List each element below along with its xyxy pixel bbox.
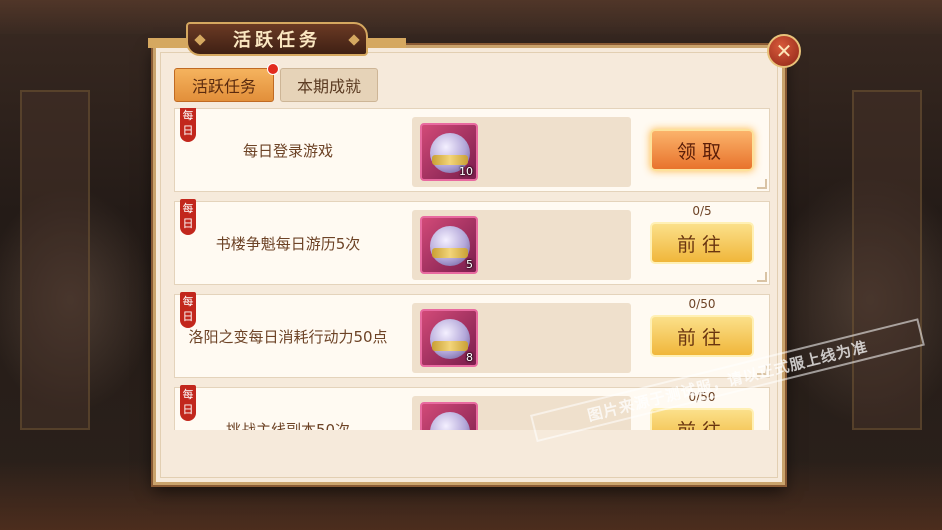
orb-icon <box>430 319 470 359</box>
reward-item[interactable] <box>420 402 478 430</box>
claim-button[interactable]: 领取 <box>650 129 754 171</box>
tab-bar: 活跃任务 本期成就 <box>174 63 378 102</box>
reward-item[interactable]: 5 <box>420 216 478 274</box>
window-title-plaque: 活跃任务 <box>186 22 368 56</box>
title-wing-left <box>148 38 188 48</box>
task-progress: 0/50 <box>688 297 716 311</box>
task-progress: 0/5 <box>692 204 712 218</box>
reward-count: 5 <box>466 258 473 271</box>
reward-box: 8 <box>412 303 631 373</box>
reward-item[interactable]: 8 <box>420 309 478 367</box>
task-row: 每日 洛阳之变每日消耗行动力50点 8 0/50 前往 <box>174 292 770 378</box>
task-row: 每日 书楼争魁每日游历5次 5 0/5 前往 <box>174 199 770 285</box>
title-wing-right <box>366 38 406 48</box>
orb-icon <box>430 412 470 430</box>
orb-icon <box>430 226 470 266</box>
reward-item[interactable]: 10 <box>420 123 478 181</box>
task-name: 每日登录游戏 <box>242 142 333 160</box>
background-left-panel <box>20 90 90 430</box>
go-button[interactable]: 前往 <box>650 408 754 430</box>
notification-dot <box>267 63 279 75</box>
task-name: 书楼争魁每日游历5次 <box>215 235 361 253</box>
tab-label: 活跃任务 <box>191 77 256 96</box>
task-name: 挑战主线副本50次 <box>225 421 351 430</box>
task-row: 每日 每日登录游戏 10 领取 <box>174 108 770 192</box>
task-panel: 活跃任务 本期成就 每日 每日登录游戏 10 领取 每日 书楼争魁每日游历5次 <box>153 45 785 485</box>
task-name: 洛阳之变每日消耗行动力50点 <box>188 328 388 346</box>
orb-band <box>432 341 468 351</box>
orb-band <box>432 248 468 258</box>
window-title: 活跃任务 <box>233 30 321 51</box>
reward-count: 10 <box>459 165 473 178</box>
tab-period-achievements[interactable]: 本期成就 <box>280 68 378 102</box>
background-top-bar <box>0 0 942 34</box>
orb-band <box>432 155 468 165</box>
go-button[interactable]: 前往 <box>650 315 754 357</box>
go-button[interactable]: 前往 <box>650 222 754 264</box>
tab-label: 本期成就 <box>296 77 361 96</box>
reward-count: 8 <box>466 351 473 364</box>
close-icon: ✕ <box>775 39 793 63</box>
background-right-panel <box>852 90 922 430</box>
reward-box: 10 <box>412 117 631 187</box>
reward-box: 5 <box>412 210 631 280</box>
close-button[interactable]: ✕ <box>767 34 801 68</box>
tab-active-tasks[interactable]: 活跃任务 <box>174 63 279 102</box>
